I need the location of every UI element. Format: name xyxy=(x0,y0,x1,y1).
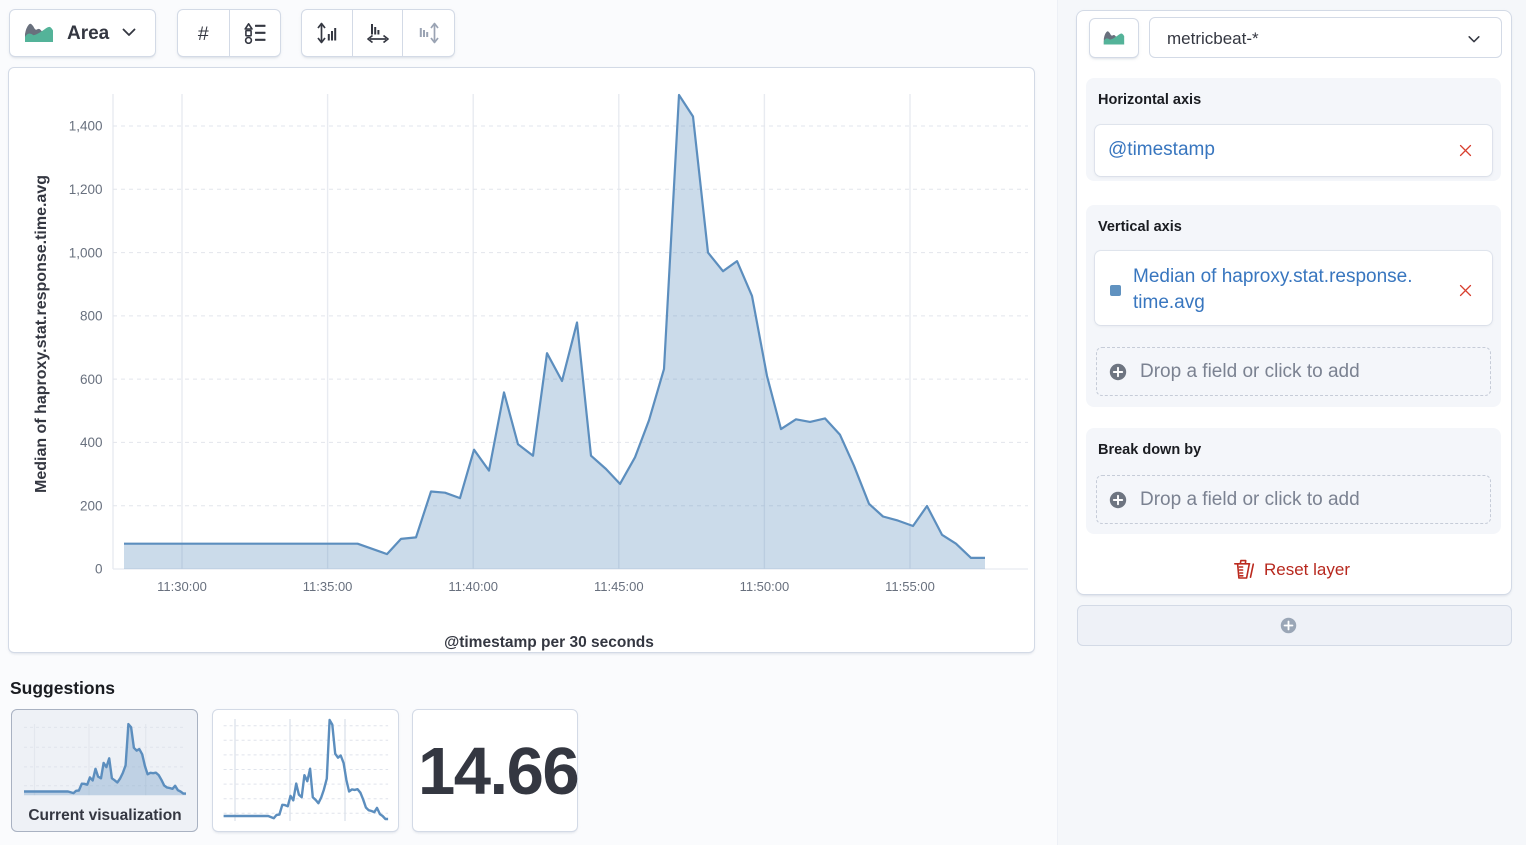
svg-text:800: 800 xyxy=(80,309,103,324)
svg-text:11:50:00: 11:50:00 xyxy=(740,579,790,594)
svg-text:Median of haproxy.stat.respons: Median of haproxy.stat.response.time.avg xyxy=(33,175,50,493)
svg-text:1,400: 1,400 xyxy=(69,119,103,134)
svg-text:11:40:00: 11:40:00 xyxy=(448,579,498,594)
svg-text:0: 0 xyxy=(95,562,103,577)
svg-text:1,000: 1,000 xyxy=(69,245,103,260)
svg-text:@timestamp per 30 seconds: @timestamp per 30 seconds xyxy=(444,634,654,651)
svg-text:11:35:00: 11:35:00 xyxy=(303,579,353,594)
svg-text:11:45:00: 11:45:00 xyxy=(594,579,644,594)
svg-text:400: 400 xyxy=(80,435,103,450)
svg-text:600: 600 xyxy=(80,372,103,387)
svg-text:1,200: 1,200 xyxy=(69,182,103,197)
svg-text:11:55:00: 11:55:00 xyxy=(885,579,935,594)
svg-text:11:30:00: 11:30:00 xyxy=(157,579,207,594)
svg-text:200: 200 xyxy=(80,498,103,513)
